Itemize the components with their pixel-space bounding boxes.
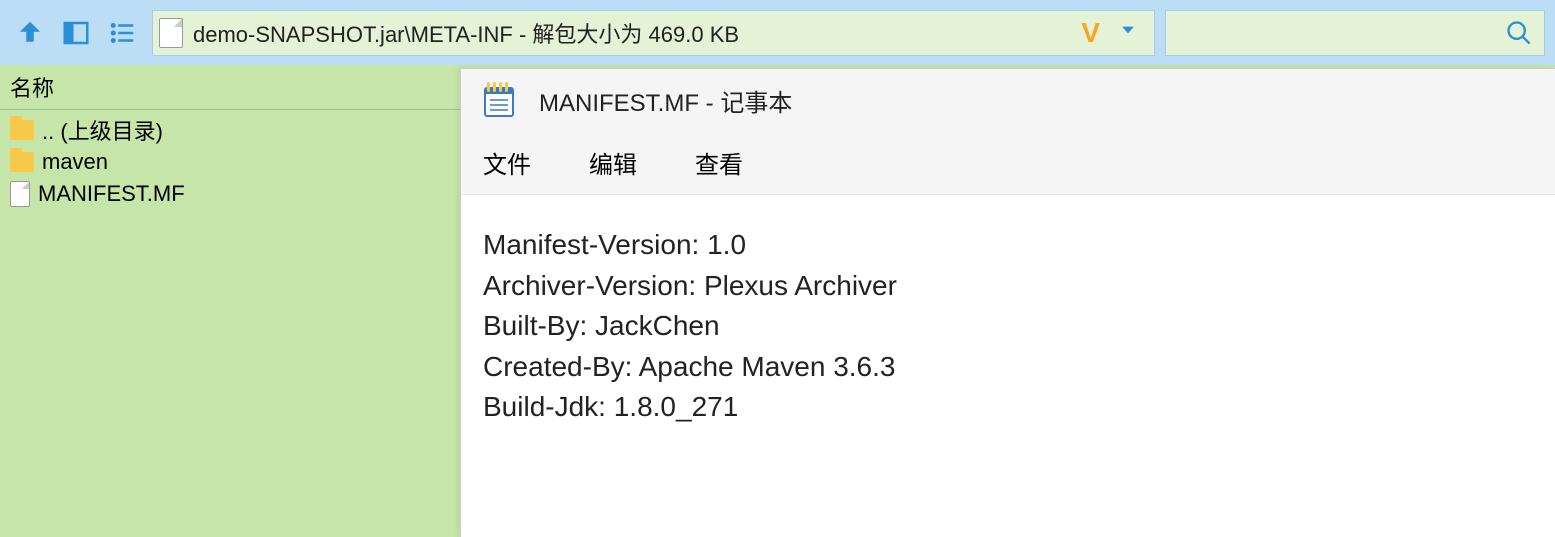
menu-view[interactable]: 查看 <box>695 145 743 180</box>
list-item-label: .. (上级目录) <box>42 114 163 146</box>
notepad-titlebar[interactable]: MANIFEST.MF - 记事本 <box>461 69 1555 131</box>
up-arrow-icon[interactable] <box>10 13 50 53</box>
notepad-window: MANIFEST.MF - 记事本 文件 编辑 查看 Manifest-Vers… <box>460 68 1555 537</box>
menu-file[interactable]: 文件 <box>483 145 531 180</box>
list-item-label: maven <box>42 149 108 175</box>
notepad-icon <box>483 82 515 118</box>
search-icon[interactable] <box>1500 19 1538 47</box>
search-box[interactable] <box>1165 10 1545 56</box>
list-item-label: MANIFEST.MF <box>38 181 185 207</box>
address-bar[interactable]: demo-SNAPSHOT.jar\META-INF - 解包大小为 469.0… <box>152 10 1155 56</box>
v-logo-icon[interactable]: V <box>1073 17 1108 49</box>
toolbar: demo-SNAPSHOT.jar\META-INF - 解包大小为 469.0… <box>0 0 1555 65</box>
folder-icon <box>10 120 34 140</box>
folder-icon <box>10 152 34 172</box>
search-input[interactable] <box>1172 21 1500 44</box>
content-line: Created-By: Apache Maven 3.6.3 <box>483 351 895 382</box>
panel-view-icon[interactable] <box>56 13 96 53</box>
content-line: Archiver-Version: Plexus Archiver <box>483 270 897 301</box>
file-icon <box>159 18 183 48</box>
menu-edit[interactable]: 编辑 <box>589 145 637 180</box>
chevron-down-icon[interactable] <box>1108 20 1148 45</box>
list-view-icon[interactable] <box>102 13 142 53</box>
file-icon <box>10 181 30 207</box>
content-line: Built-By: JackChen <box>483 310 720 341</box>
notepad-title: MANIFEST.MF - 记事本 <box>539 83 792 118</box>
toolbar-icons <box>10 13 142 53</box>
notepad-menubar: 文件 编辑 查看 <box>461 131 1555 195</box>
notepad-content[interactable]: Manifest-Version: 1.0 Archiver-Version: … <box>461 195 1555 458</box>
address-text: demo-SNAPSHOT.jar\META-INF - 解包大小为 469.0… <box>193 17 1073 49</box>
content-line: Build-Jdk: 1.8.0_271 <box>483 391 738 422</box>
content-line: Manifest-Version: 1.0 <box>483 229 746 260</box>
